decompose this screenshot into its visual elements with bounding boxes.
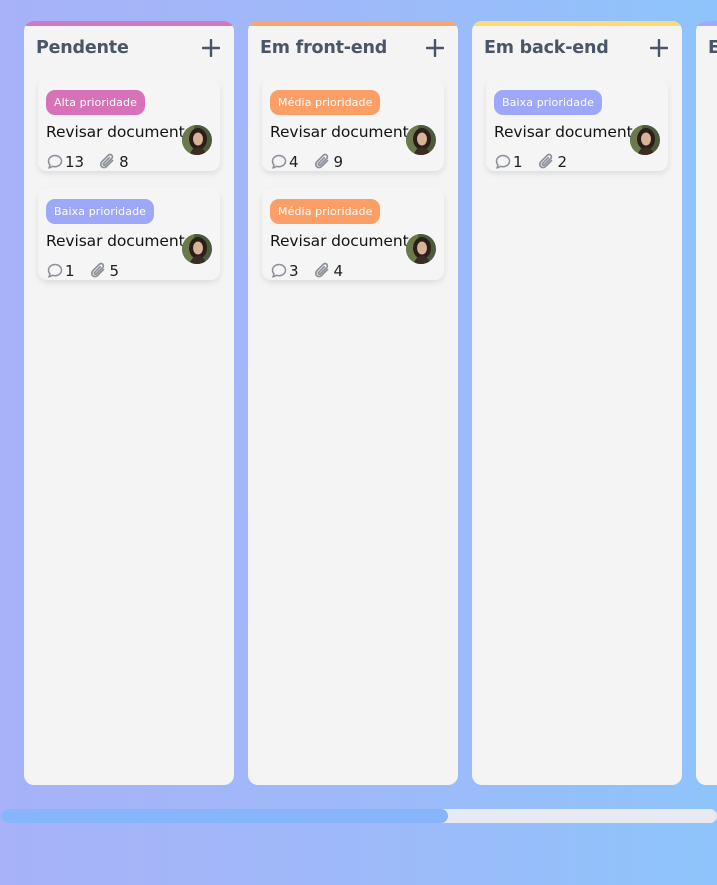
task-card[interactable]: Média prioridade Revisar documento 4 9 bbox=[262, 79, 444, 171]
attachments-value: 4 bbox=[333, 262, 344, 280]
column-header: Pendente bbox=[24, 21, 234, 60]
column-em-front-end: Em front-end Média prioridade Revisar do… bbox=[248, 21, 458, 785]
attachments-count[interactable]: 8 bbox=[98, 153, 129, 171]
attachments-count[interactable]: 4 bbox=[313, 262, 344, 280]
priority-badge: Média prioridade bbox=[270, 90, 381, 115]
attachments-value: 9 bbox=[333, 153, 344, 171]
columns-container: Pendente Alta prioridade Revisar documen… bbox=[24, 21, 717, 785]
column-partial: E bbox=[696, 21, 717, 785]
horizontal-scrollbar[interactable] bbox=[1, 809, 717, 823]
plus-icon bbox=[426, 39, 444, 57]
plus-icon bbox=[650, 39, 668, 57]
comments-count[interactable]: 1 bbox=[46, 262, 75, 280]
column-color-bar bbox=[24, 21, 234, 26]
kanban-board: Pendente Alta prioridade Revisar documen… bbox=[24, 21, 717, 785]
comment-icon bbox=[47, 263, 63, 278]
paperclip-icon bbox=[99, 153, 114, 169]
column-header: Em back-end bbox=[472, 21, 682, 60]
card-meta: 1 5 bbox=[46, 262, 212, 280]
paperclip-icon bbox=[90, 262, 104, 278]
add-card-button[interactable] bbox=[424, 37, 446, 59]
assignee-avatar[interactable] bbox=[182, 234, 212, 264]
comments-value: 1 bbox=[513, 153, 523, 171]
comments-value: 4 bbox=[289, 153, 299, 171]
attachments-count[interactable]: 2 bbox=[537, 153, 568, 171]
task-card[interactable]: Alta prioridade Revisar documento 13 8 bbox=[38, 79, 220, 171]
card-meta: 3 4 bbox=[270, 262, 436, 280]
paperclip-icon bbox=[314, 262, 328, 278]
comment-icon bbox=[271, 263, 287, 278]
column-header: E bbox=[696, 21, 717, 60]
column-title: Em back-end bbox=[484, 38, 609, 58]
plus-icon bbox=[202, 39, 220, 57]
comments-value: 1 bbox=[65, 262, 75, 280]
priority-badge: Alta prioridade bbox=[46, 90, 145, 115]
add-card-button[interactable] bbox=[648, 37, 670, 59]
comments-value: 3 bbox=[289, 262, 299, 280]
column-title: Pendente bbox=[36, 38, 129, 58]
column-color-bar bbox=[248, 21, 458, 26]
attachments-value: 2 bbox=[557, 153, 568, 171]
column-title: Em front-end bbox=[260, 38, 388, 58]
card-list: Alta prioridade Revisar documento 13 8 B… bbox=[24, 60, 234, 280]
assignee-avatar[interactable] bbox=[406, 234, 436, 264]
comments-count[interactable]: 4 bbox=[270, 153, 299, 171]
comment-icon bbox=[47, 154, 63, 169]
assignee-avatar[interactable] bbox=[630, 125, 660, 155]
comments-count[interactable]: 13 bbox=[46, 153, 84, 171]
comments-count[interactable]: 3 bbox=[270, 262, 299, 280]
task-card[interactable]: Média prioridade Revisar documento 3 4 bbox=[262, 188, 444, 280]
card-meta: 4 9 bbox=[270, 153, 436, 171]
task-card[interactable]: Baixa prioridade Revisar documento 1 5 bbox=[38, 188, 220, 280]
priority-badge: Média prioridade bbox=[270, 199, 381, 224]
add-card-button[interactable] bbox=[200, 37, 222, 59]
comment-icon bbox=[271, 154, 287, 169]
attachments-value: 5 bbox=[109, 262, 120, 280]
attachments-count[interactable]: 5 bbox=[89, 262, 120, 280]
priority-badge: Baixa prioridade bbox=[46, 199, 155, 224]
comments-value: 13 bbox=[65, 153, 85, 171]
card-list: Baixa prioridade Revisar documento 1 2 bbox=[472, 60, 682, 171]
column-em-back-end: Em back-end Baixa prioridade Revisar doc… bbox=[472, 21, 682, 785]
comment-icon bbox=[495, 154, 511, 169]
attachments-value: 8 bbox=[119, 153, 129, 171]
card-list: Média prioridade Revisar documento 4 9 M… bbox=[248, 60, 458, 280]
priority-badge: Baixa prioridade bbox=[494, 90, 603, 115]
paperclip-icon bbox=[314, 153, 328, 169]
column-pendente: Pendente Alta prioridade Revisar documen… bbox=[24, 21, 234, 785]
card-meta: 13 8 bbox=[46, 153, 212, 171]
scrollbar-thumb[interactable] bbox=[1, 809, 448, 823]
task-card[interactable]: Baixa prioridade Revisar documento 1 2 bbox=[486, 79, 668, 171]
comments-count[interactable]: 1 bbox=[494, 153, 523, 171]
column-title: E bbox=[708, 38, 717, 58]
column-color-bar bbox=[472, 21, 682, 26]
column-color-bar bbox=[696, 21, 717, 26]
paperclip-icon bbox=[538, 153, 552, 169]
column-header: Em front-end bbox=[248, 21, 458, 60]
assignee-avatar[interactable] bbox=[406, 125, 436, 155]
attachments-count[interactable]: 9 bbox=[313, 153, 344, 171]
assignee-avatar[interactable] bbox=[182, 125, 212, 155]
card-meta: 1 2 bbox=[494, 153, 660, 171]
